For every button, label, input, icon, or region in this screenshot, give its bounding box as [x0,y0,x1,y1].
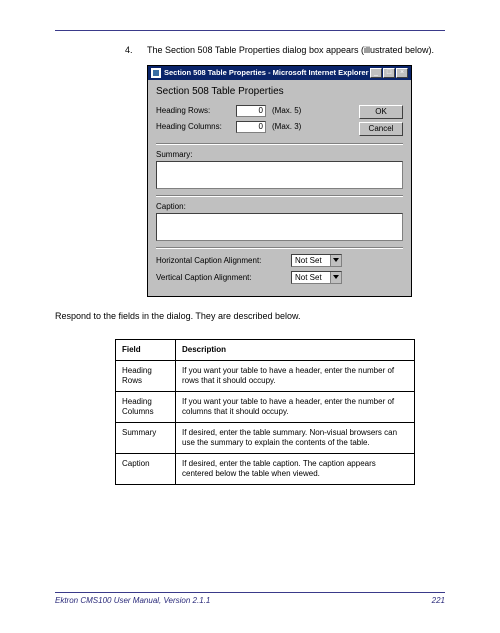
heading-rows-input[interactable]: 0 [236,105,266,117]
col-desc: Description [176,339,415,360]
heading-rows-max: (Max. 5) [272,106,314,115]
table-header-row: Field Description [116,339,415,360]
chevron-down-icon [330,255,341,266]
caption-textarea[interactable] [156,213,403,241]
table-row: Heading Rows If you want your table to h… [116,360,415,391]
table-row: Heading Columns If you want your table t… [116,391,415,422]
heading-cols-label: Heading Columns: [156,122,236,131]
dialog-heading: Section 508 Table Properties [156,86,403,97]
h-align-select[interactable]: Not Set [291,254,342,267]
close-button[interactable]: × [396,68,408,78]
chevron-down-icon [330,272,341,283]
step-number: 4. [125,45,147,57]
heading-rows-label: Heading Rows: [156,106,236,115]
post-dialog-text: Respond to the fields in the dialog. The… [55,311,445,321]
heading-cols-max: (Max. 3) [272,122,314,131]
caption-label: Caption: [156,202,403,211]
summary-label: Summary: [156,150,403,159]
table-row: Caption If desired, enter the table capt… [116,453,415,484]
table-row: Summary If desired, enter the table summ… [116,422,415,453]
heading-cols-input[interactable]: 0 [236,121,266,133]
col-field: Field [116,339,176,360]
page-number: 221 [432,596,445,605]
h-align-label: Horizontal Caption Alignment: [156,256,291,265]
cancel-button[interactable]: Cancel [359,122,403,136]
section508-dialog: Section 508 Table Properties - Microsoft… [147,65,412,297]
summary-textarea[interactable] [156,161,403,189]
footer-left: Ektron CMS100 User Manual, Version 2.1.1 [55,596,210,605]
dialog-titlebar: Section 508 Table Properties - Microsoft… [148,66,411,80]
step-text: The Section 508 Table Properties dialog … [147,45,434,57]
window-title: Section 508 Table Properties - Microsoft… [164,68,369,77]
maximize-button[interactable]: □ [383,68,395,78]
app-icon [151,68,161,78]
step-4: 4. The Section 508 Table Properties dial… [125,45,445,57]
v-align-select[interactable]: Not Set [291,271,342,284]
field-description-table: Field Description Heading Rows If you wa… [115,339,415,485]
page-footer: Ektron CMS100 User Manual, Version 2.1.1… [55,592,445,605]
minimize-button[interactable]: _ [370,68,382,78]
v-align-label: Vertical Caption Alignment: [156,273,291,282]
ok-button[interactable]: OK [359,105,403,119]
